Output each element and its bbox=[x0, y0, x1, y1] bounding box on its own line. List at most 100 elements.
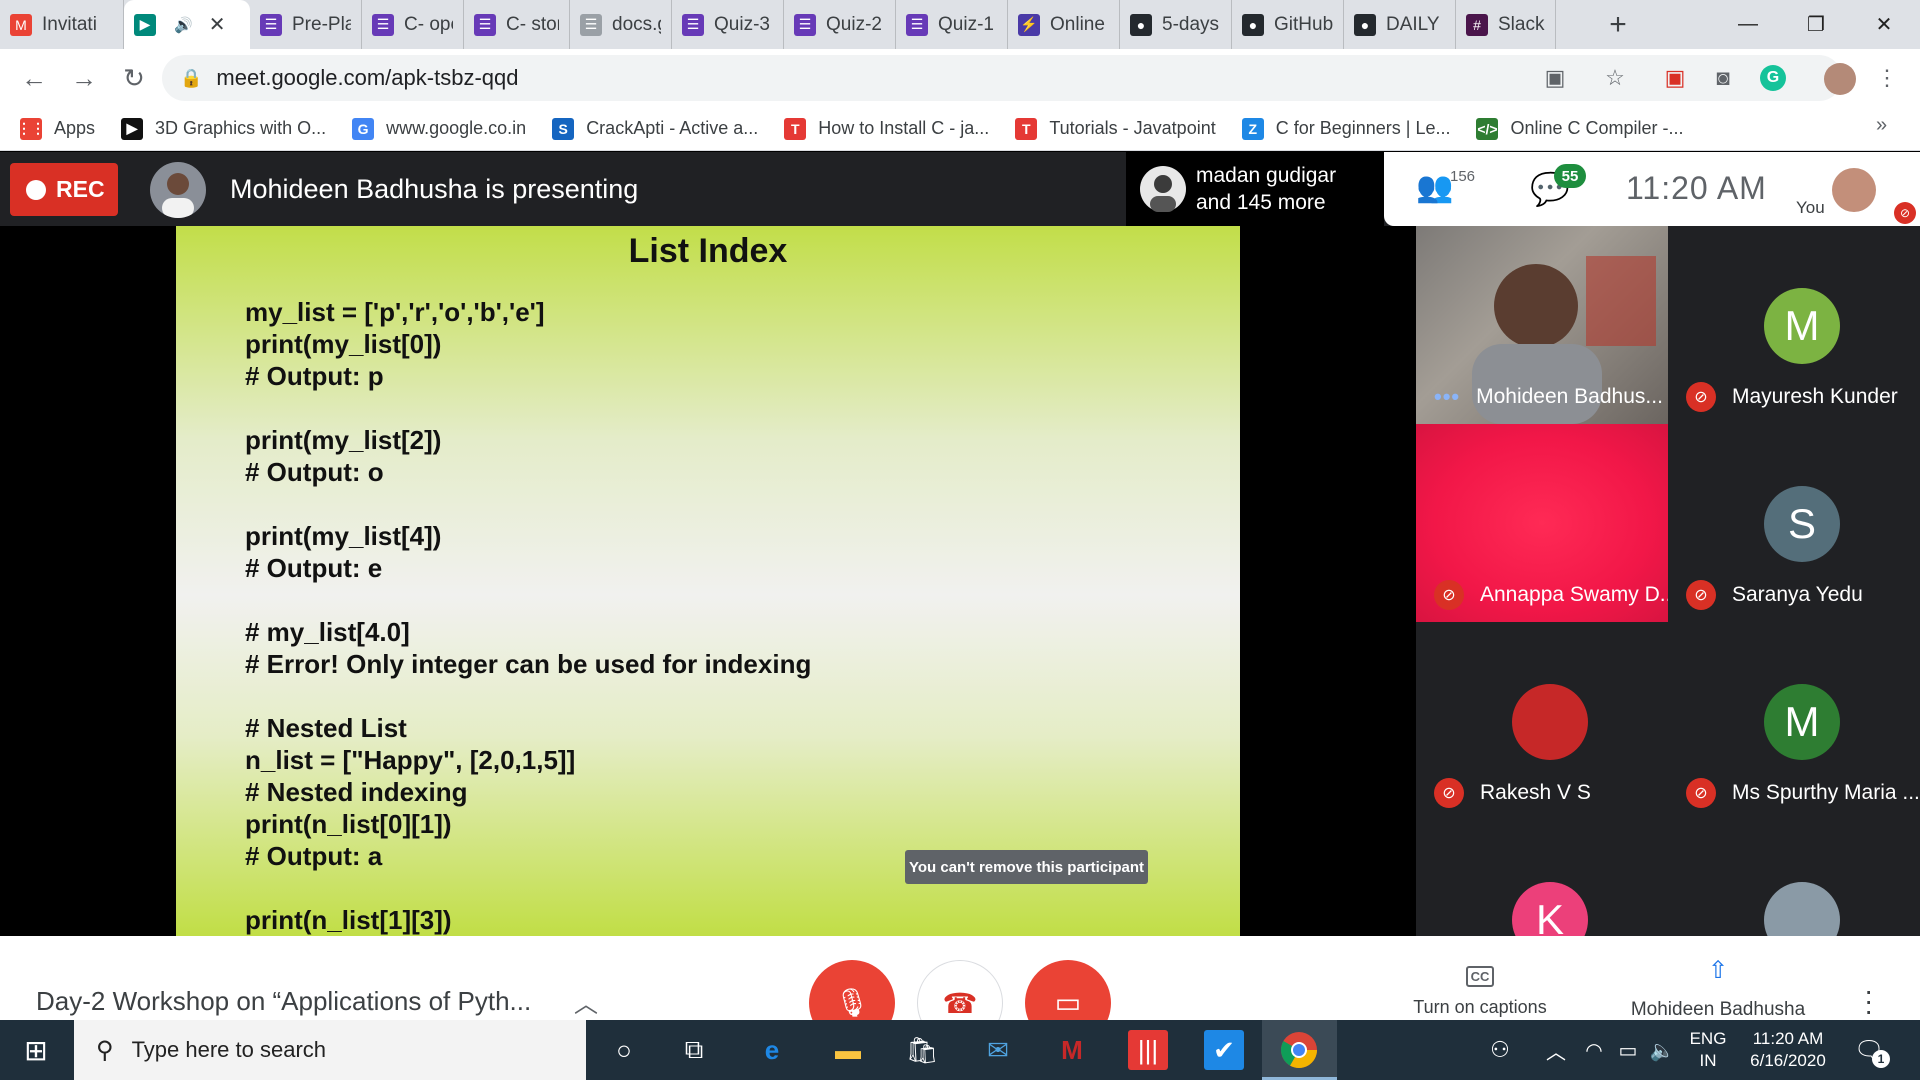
taskbar-search[interactable]: ⚲ Type here to search bbox=[74, 1020, 586, 1080]
browser-tab[interactable]: ☰ docs.g bbox=[570, 0, 672, 49]
bookmark-label: www.google.co.in bbox=[386, 118, 527, 138]
mail-icon[interactable]: ✉ bbox=[978, 1030, 1018, 1070]
bookmarks-overflow-icon[interactable]: » bbox=[1876, 114, 1887, 137]
browser-tab[interactable]: ☰ Quiz-2 bbox=[784, 0, 896, 49]
grammarly-icon[interactable]: G bbox=[1760, 65, 1786, 91]
people-icon[interactable]: 👥 bbox=[1416, 170, 1453, 205]
participant-name-row: ⊘ Ms Spurthy Maria ... bbox=[1686, 778, 1920, 808]
browser-tab[interactable]: M Invitati bbox=[0, 0, 124, 49]
participant-tile[interactable]: ⊘ Annappa Swamy D... bbox=[1416, 424, 1668, 622]
browser-tab[interactable]: ● GitHub bbox=[1232, 0, 1344, 49]
attendee-more: and 145 more bbox=[1196, 191, 1326, 214]
bookmark-item[interactable]: Gwww.google.co.in bbox=[352, 117, 527, 140]
lang-line1: ENG bbox=[1689, 1029, 1727, 1048]
lock-icon: 🔒 bbox=[180, 67, 203, 88]
attendee-summary[interactable]: madan gudigar and 145 more bbox=[1126, 152, 1384, 226]
slide: List Index my_list = ['p','r','o','b','e… bbox=[176, 226, 1240, 967]
language-indicator[interactable]: ENG IN bbox=[1684, 1028, 1732, 1072]
bookmark-item[interactable]: </> Online C Compiler -... bbox=[1476, 117, 1684, 140]
audio-playing-icon[interactable]: 🔊 bbox=[174, 16, 193, 34]
edge-icon[interactable]: e bbox=[752, 1030, 792, 1070]
extension-icon[interactable]: ▣ bbox=[1662, 65, 1688, 91]
chat-badge: 55 bbox=[1554, 164, 1586, 188]
close-tab-icon[interactable]: ✕ bbox=[209, 12, 226, 37]
more-options-icon[interactable]: · · · bbox=[1864, 977, 1873, 1025]
browser-tab[interactable]: ⚡ Online bbox=[1008, 0, 1120, 49]
bookmark-label: CrackApti - Active a... bbox=[586, 118, 759, 138]
mic-off-icon: ⊘ bbox=[1686, 778, 1716, 808]
bookmark-item[interactable]: ▶ 3D Graphics with O... bbox=[121, 117, 326, 140]
reload-button[interactable]: ↻ bbox=[112, 56, 156, 100]
participant-tile[interactable]: ••• Mohideen Badhus... bbox=[1416, 226, 1668, 424]
notification-count: 1 bbox=[1872, 1050, 1890, 1068]
browser-tab[interactable]: ● DAILY bbox=[1344, 0, 1456, 49]
store-icon[interactable]: 🛍 bbox=[902, 1030, 942, 1070]
participant-tile[interactable]: M ⊘ Mayuresh Kunder bbox=[1668, 226, 1920, 424]
people-count: 156 bbox=[1450, 168, 1476, 185]
browser-tab[interactable]: ☰ C- stor bbox=[464, 0, 570, 49]
close-window-button[interactable]: ✕ bbox=[1850, 0, 1918, 49]
back-button[interactable]: ← bbox=[12, 56, 56, 100]
notification-center-icon[interactable]: 🗨 1 bbox=[1854, 1036, 1890, 1068]
github-icon: ● bbox=[1242, 13, 1264, 36]
participant-tile[interactable]: ⊘ Rakesh V S bbox=[1416, 622, 1668, 820]
app-red-icon[interactable]: ||| bbox=[1128, 1030, 1168, 1070]
participant-tile[interactable] bbox=[1668, 820, 1920, 936]
bookmark-star-icon[interactable]: ☆ bbox=[1602, 65, 1628, 91]
screenshot-extension-icon[interactable]: ◙ bbox=[1710, 65, 1736, 91]
address-bar[interactable]: 🔒 meet.google.com/apk-tsbz-qqd ▣ ☆ bbox=[162, 55, 1842, 101]
new-tab-button[interactable]: + bbox=[1594, 0, 1642, 49]
meet-info-panel: 👥 156 💬 55 11:20 AM You ⊘ bbox=[1384, 152, 1920, 226]
tab-title: Slack | bbox=[1498, 13, 1545, 35]
chrome-icon bbox=[1280, 1032, 1317, 1069]
self-avatar[interactable] bbox=[1832, 168, 1876, 212]
mcafee-icon[interactable]: M bbox=[1052, 1030, 1092, 1070]
browser-tab[interactable]: # Slack | bbox=[1456, 0, 1556, 49]
mic-off-icon: ⊘ bbox=[1686, 580, 1716, 610]
participant-name: Ms Spurthy Maria ... bbox=[1732, 781, 1920, 804]
whiteboard-icon[interactable]: ✔ bbox=[1204, 1030, 1244, 1070]
taskbar-clock[interactable]: 11:20 AM 6/16/2020 bbox=[1738, 1028, 1838, 1072]
browser-tab[interactable]: ☰ C- ope bbox=[362, 0, 464, 49]
minimize-button[interactable]: — bbox=[1714, 0, 1782, 49]
browser-tab[interactable]: ● 5-days bbox=[1120, 0, 1232, 49]
bookmark-item[interactable]: T How to Install C - ja... bbox=[784, 117, 989, 140]
browser-tab[interactable]: ☰ Quiz-1 bbox=[896, 0, 1008, 49]
participant-name-row: ⊘ Rakesh V S bbox=[1434, 778, 1591, 808]
meeting-title[interactable]: Day-2 Workshop on “Applications of Pyth.… bbox=[36, 986, 531, 1017]
maximize-button[interactable]: ❐ bbox=[1782, 0, 1850, 49]
tab-title: Quiz-1 bbox=[938, 13, 994, 35]
browser-menu-icon[interactable]: ⋮ bbox=[1874, 65, 1900, 91]
bookmark-item[interactable]: S CrackApti - Active a... bbox=[552, 117, 759, 140]
camera-blocked-icon[interactable]: ▣ bbox=[1542, 65, 1568, 91]
participant-tile[interactable]: M ⊘ Ms Spurthy Maria ... bbox=[1668, 622, 1920, 820]
code-line: print(n_list[1][3]) bbox=[245, 905, 452, 935]
captions-button[interactable]: CC Turn on captions bbox=[1400, 966, 1560, 1018]
chevron-up-icon[interactable]: ︿ bbox=[574, 984, 598, 1019]
search-icon: ⚲ bbox=[96, 1036, 114, 1064]
cortana-icon[interactable]: ○ bbox=[604, 1030, 644, 1070]
bookmark-item[interactable]: T Tutorials - Javatpoint bbox=[1015, 117, 1216, 140]
participant-tile[interactable]: K bbox=[1416, 820, 1668, 936]
forward-button[interactable]: → bbox=[62, 56, 106, 100]
task-view-icon[interactable]: ⧉ bbox=[674, 1030, 714, 1070]
bookmark-item[interactable]: ⋮⋮ Apps bbox=[17, 117, 95, 140]
chrome-taskbar-item[interactable] bbox=[1262, 1020, 1337, 1080]
people-tray-icon[interactable]: ⚇ bbox=[1480, 1030, 1520, 1070]
rec-label: REC bbox=[56, 176, 105, 202]
participant-avatar bbox=[1764, 882, 1840, 936]
participant-avatar: M bbox=[1764, 288, 1840, 364]
participant-tile[interactable]: S ⊘ Saranya Yedu bbox=[1668, 424, 1920, 622]
participant-avatar: M bbox=[1764, 684, 1840, 760]
present-screen-icon: ⇧ bbox=[1707, 957, 1729, 984]
browser-tab[interactable]: ☰ Pre-Pla bbox=[250, 0, 362, 49]
show-hidden-icons-icon[interactable]: ︿ bbox=[1536, 1030, 1576, 1070]
browser-tab[interactable]: ☰ Quiz-3 bbox=[672, 0, 784, 49]
volume-icon[interactable]: 🔈 bbox=[1642, 1030, 1682, 1070]
windows-start-icon[interactable]: ⊞ bbox=[0, 1020, 72, 1080]
bookmark-item[interactable]: Z C for Beginners | Le... bbox=[1241, 117, 1450, 140]
profile-avatar[interactable] bbox=[1824, 63, 1856, 95]
file-explorer-icon[interactable]: ▬ bbox=[828, 1030, 868, 1070]
present-button[interactable]: ⇧ Mohideen Badhusha bbox=[1620, 956, 1816, 1021]
browser-tab[interactable]: ▶ 🔊 ✕ bbox=[124, 0, 250, 49]
